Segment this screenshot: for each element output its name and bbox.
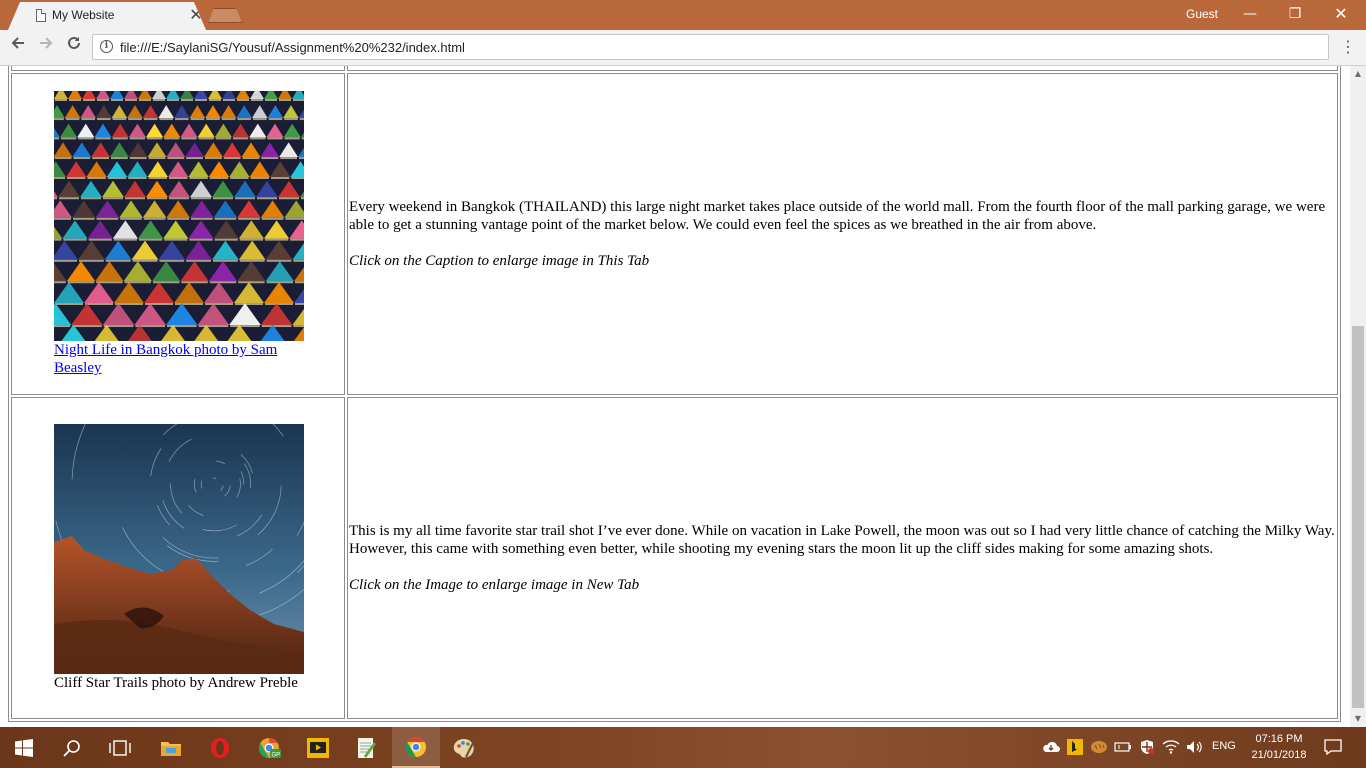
address-bar[interactable]: i file:///E:/SaylaniSG/Yousuf/Assignment…	[92, 34, 1329, 60]
bing-icon[interactable]	[1066, 738, 1084, 756]
opera-button[interactable]	[196, 727, 244, 768]
gallery-table: Night Life in Bangkok photo by Sam Beasl…	[8, 66, 1341, 722]
caption-link[interactable]: Night Life in Bangkok photo by Sam Beasl…	[54, 341, 304, 377]
back-button[interactable]	[6, 34, 30, 58]
chrome-icon	[405, 736, 426, 757]
tab-title: My Website	[52, 8, 115, 22]
image-cell: Night Life in Bangkok photo by Sam Beasl…	[11, 73, 345, 395]
forward-arrow-icon	[40, 37, 53, 49]
clock-date: 21/01/2018	[1251, 749, 1307, 761]
browser-titlebar: My Website ✕ Guest — ❐ ✕	[0, 0, 1366, 30]
windows-logo-icon	[15, 738, 33, 757]
hint-text: Click on the Image to enlarge image in N…	[349, 577, 640, 593]
description-text: This is my all time favorite star trail …	[349, 523, 1335, 557]
chrome-canary-button[interactable]: GP	[245, 727, 293, 768]
caption-text: Cliff Star Trails photo by Andrew Preble	[54, 675, 298, 691]
search-button[interactable]	[48, 727, 96, 768]
media-player-button[interactable]	[294, 727, 342, 768]
star-trails-photo[interactable]	[54, 424, 304, 674]
clock-time: 07:16 PM	[1255, 733, 1303, 745]
notifications-icon[interactable]	[1324, 738, 1342, 756]
description-text: Every weekend in Bangkok (THAILAND) this…	[349, 199, 1326, 233]
night-market-photo[interactable]	[54, 91, 304, 341]
clock[interactable]: 07:16 PM 21/01/2018	[1246, 731, 1312, 763]
description-cell: Every weekend in Bangkok (THAILAND) this…	[347, 73, 1338, 395]
task-view-button[interactable]	[96, 727, 144, 768]
table-row: Cliff Star Trails photo by Andrew Preble…	[11, 397, 1338, 719]
browser-tab[interactable]: My Website ✕	[8, 2, 206, 30]
svg-text:GP: GP	[272, 752, 281, 758]
table-row: Night Life in Bangkok photo by Sam Beasl…	[11, 73, 1338, 395]
close-window-button[interactable]: ✕	[1318, 0, 1364, 28]
chrome-canary-icon: GP	[258, 737, 281, 758]
back-arrow-icon	[11, 37, 24, 49]
paint-palette-icon	[453, 738, 475, 757]
security-shield-icon[interactable]	[1138, 738, 1156, 756]
reload-button[interactable]	[62, 34, 86, 58]
hint-text: Click on the Caption to enlarge image in…	[349, 253, 650, 269]
folder-icon	[161, 741, 181, 756]
minimize-button[interactable]: —	[1227, 0, 1273, 28]
table-cell	[347, 66, 1338, 71]
browser-toolbar: i file:///E:/SaylaniSG/Yousuf/Assignment…	[0, 30, 1366, 66]
page-viewport: Night Life in Bangkok photo by Sam Beasl…	[0, 66, 1350, 727]
vertical-scrollbar[interactable]: ▲ ▼	[1350, 66, 1366, 727]
reload-icon	[68, 36, 80, 49]
battery-icon[interactable]	[1114, 738, 1132, 756]
onedrive-icon[interactable]	[1042, 738, 1060, 756]
maximize-button[interactable]: ❐	[1272, 0, 1318, 28]
page-icon	[36, 9, 46, 22]
windows-taskbar: GP ENG 07:16 PM 21/01/2018	[0, 727, 1366, 768]
notepad-plus-button[interactable]	[342, 727, 390, 768]
browser-menu-icon[interactable]: ⋮	[1340, 36, 1356, 58]
paint-button[interactable]	[440, 727, 488, 768]
scroll-up-icon[interactable]: ▲	[1350, 66, 1366, 82]
opera-icon	[211, 737, 229, 758]
chrome-button[interactable]	[392, 727, 440, 768]
file-explorer-button[interactable]	[147, 727, 195, 768]
forward-button[interactable]	[34, 34, 58, 58]
start-button[interactable]	[0, 727, 48, 768]
info-icon[interactable]: i	[100, 40, 113, 53]
profile-guest[interactable]: Guest	[1186, 7, 1218, 21]
table-row	[11, 66, 1338, 71]
new-tab-button[interactable]	[208, 8, 242, 23]
table-cell	[11, 66, 345, 71]
search-icon	[63, 739, 80, 757]
language-indicator[interactable]: ENG	[1212, 740, 1236, 752]
volume-icon[interactable]	[1186, 738, 1204, 756]
description-cell: This is my all time favorite star trail …	[347, 397, 1338, 719]
url-text[interactable]: file:///E:/SaylaniSG/Yousuf/Assignment%2…	[120, 40, 465, 55]
wifi-icon[interactable]	[1162, 738, 1180, 756]
notepad-icon	[358, 737, 376, 758]
bread-icon[interactable]	[1090, 738, 1108, 756]
task-view-icon	[109, 739, 131, 756]
tab-close-icon[interactable]: ✕	[188, 5, 204, 24]
scroll-down-icon[interactable]: ▼	[1350, 711, 1366, 727]
scrollbar-thumb[interactable]	[1352, 326, 1364, 708]
media-player-icon	[307, 737, 329, 758]
image-cell: Cliff Star Trails photo by Andrew Preble	[11, 397, 345, 719]
